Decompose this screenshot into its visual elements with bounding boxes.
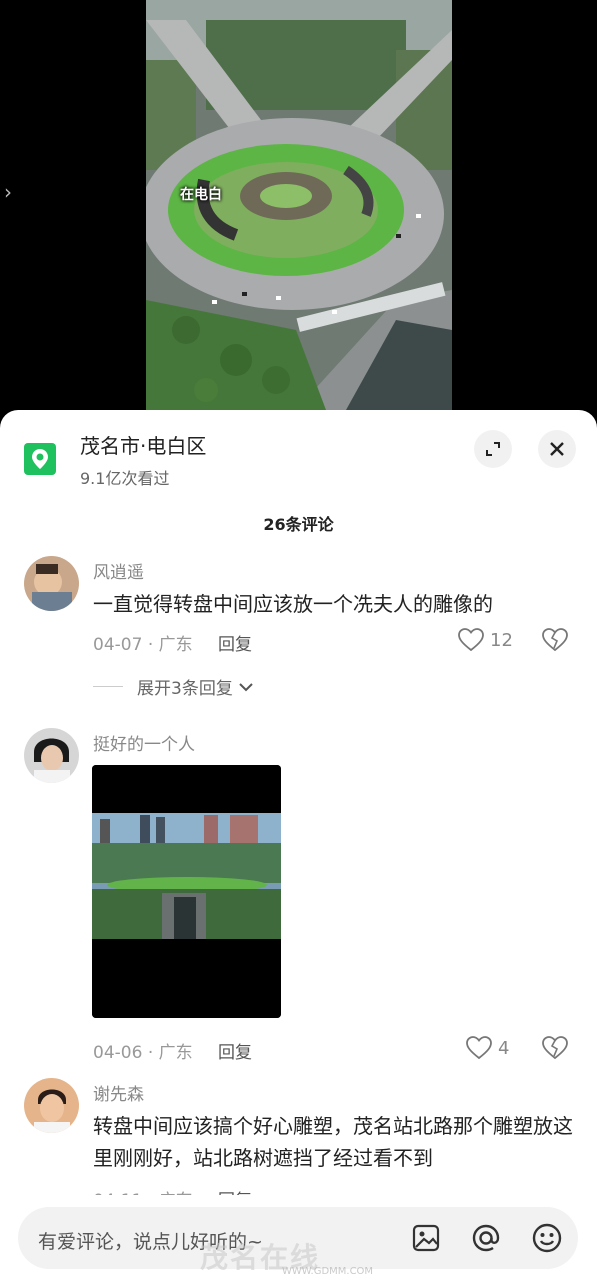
image-picker-button[interactable] (408, 1220, 444, 1256)
like-button[interactable]: 12 (458, 628, 513, 652)
location-views: 9.1亿次看过 (80, 469, 170, 488)
comment-count: 26条评论 (263, 515, 334, 534)
comment-username[interactable]: 挺好的一个人 (93, 730, 195, 755)
roundabout-aerial-image (146, 0, 452, 410)
chevron-down-icon (239, 682, 253, 691)
reply-button[interactable]: 回复 (218, 635, 252, 655)
like-count: 4 (498, 1037, 510, 1059)
map-pin-icon[interactable] (24, 443, 56, 475)
comment-region: 广东 (158, 1043, 193, 1063)
comment-text: 一直觉得转盘中间应该放一个冼夫人的雕像的 (93, 592, 493, 616)
dislike-button[interactable] (542, 628, 568, 656)
location-title[interactable]: 茂名市·电白区 (80, 430, 206, 459)
watermark-url: WWW.GDMM.COM (282, 1266, 374, 1277)
close-button[interactable] (538, 430, 576, 468)
expand-replies-label: 展开3条回复 (137, 679, 233, 699)
comment-item: 谢先森 转盘中间应该搞个好心雕塑，茂名站北路那个雕塑放这里刚刚好，站北路树遮挡了… (0, 1076, 597, 1211)
comment-meta: 04-07 · 广东 回复 (93, 635, 253, 655)
like-button[interactable]: 4 (466, 1036, 509, 1060)
avatar[interactable] (24, 1078, 79, 1133)
comment-date: 04-07 (93, 635, 143, 655)
collapse-arrows-icon (486, 442, 500, 456)
video-player[interactable]: › 在电白 (0, 0, 597, 430)
divider (93, 686, 123, 687)
heart-icon (466, 1036, 492, 1060)
image-icon (412, 1224, 440, 1252)
comment-item: 风逍遥 一直觉得转盘中间应该放一个冼夫人的雕像的 04-07 · 广东 回复 1… (0, 552, 597, 712)
collapse-button[interactable] (474, 430, 512, 468)
comments-sheet: 茂名市·电白区 9.1亿次看过 26条评论 风逍遥 一直觉得转盘中间应该放一个冼… (0, 410, 597, 1280)
comment-region: 广东 (158, 635, 193, 655)
reply-button[interactable]: 回复 (218, 1043, 252, 1063)
chevron-right-icon[interactable]: › (4, 182, 12, 202)
video-frame[interactable]: 在电白 (146, 0, 452, 410)
at-icon (472, 1224, 500, 1252)
avatar[interactable] (24, 556, 79, 611)
heart-icon (458, 628, 484, 652)
like-count: 12 (490, 629, 513, 651)
comment-username[interactable]: 谢先森 (93, 1080, 144, 1105)
comment-date: 04-06 (93, 1043, 143, 1063)
close-icon (550, 442, 564, 456)
comment-image[interactable] (92, 765, 281, 1018)
dislike-button[interactable] (542, 1036, 568, 1064)
broken-heart-icon (542, 1036, 568, 1060)
expand-replies-button[interactable]: 展开3条回复 (93, 674, 255, 699)
comment-meta: 04-06 · 广东 回复 (93, 1043, 253, 1063)
broken-heart-icon (542, 628, 568, 652)
emoji-button[interactable] (529, 1220, 565, 1256)
comment-item: 挺好的一个人 04-06 · 广东 回复 4 (0, 726, 597, 1063)
avatar[interactable] (24, 728, 79, 783)
video-caption: 在电白 (180, 187, 222, 203)
comment-username[interactable]: 风逍遥 (93, 558, 144, 583)
emoji-icon (532, 1223, 562, 1253)
comment-text: 转盘中间应该搞个好心雕塑，茂名站北路那个雕塑放这里刚刚好，站北路树遮挡了经过看不… (93, 1114, 573, 1170)
mention-button[interactable] (468, 1220, 504, 1256)
